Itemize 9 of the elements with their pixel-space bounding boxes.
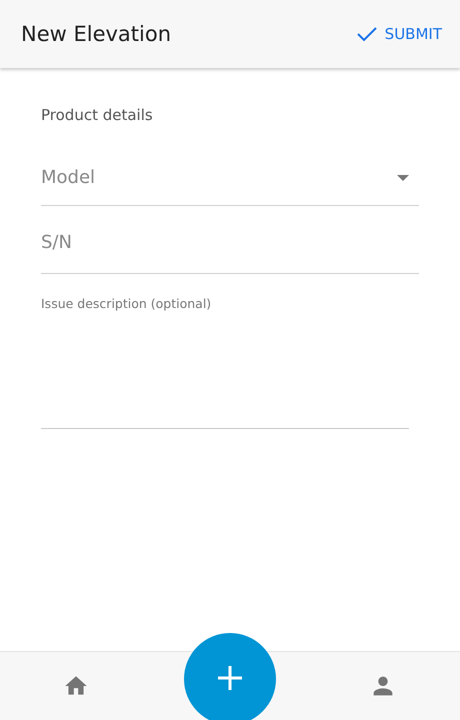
submit-button[interactable]: SUBMIT [356, 21, 442, 47]
page-title: New Elevation [21, 22, 172, 46]
caret-icon [397, 174, 409, 180]
section-heading: Product details [41, 106, 154, 124]
plus-icon [217, 665, 243, 691]
description-field[interactable]: Issue description (optional) [41, 296, 409, 429]
input-field[interactable]: S/N [41, 212, 419, 274]
model-dropdown[interactable]: Model [41, 150, 419, 206]
check-icon [356, 26, 377, 42]
